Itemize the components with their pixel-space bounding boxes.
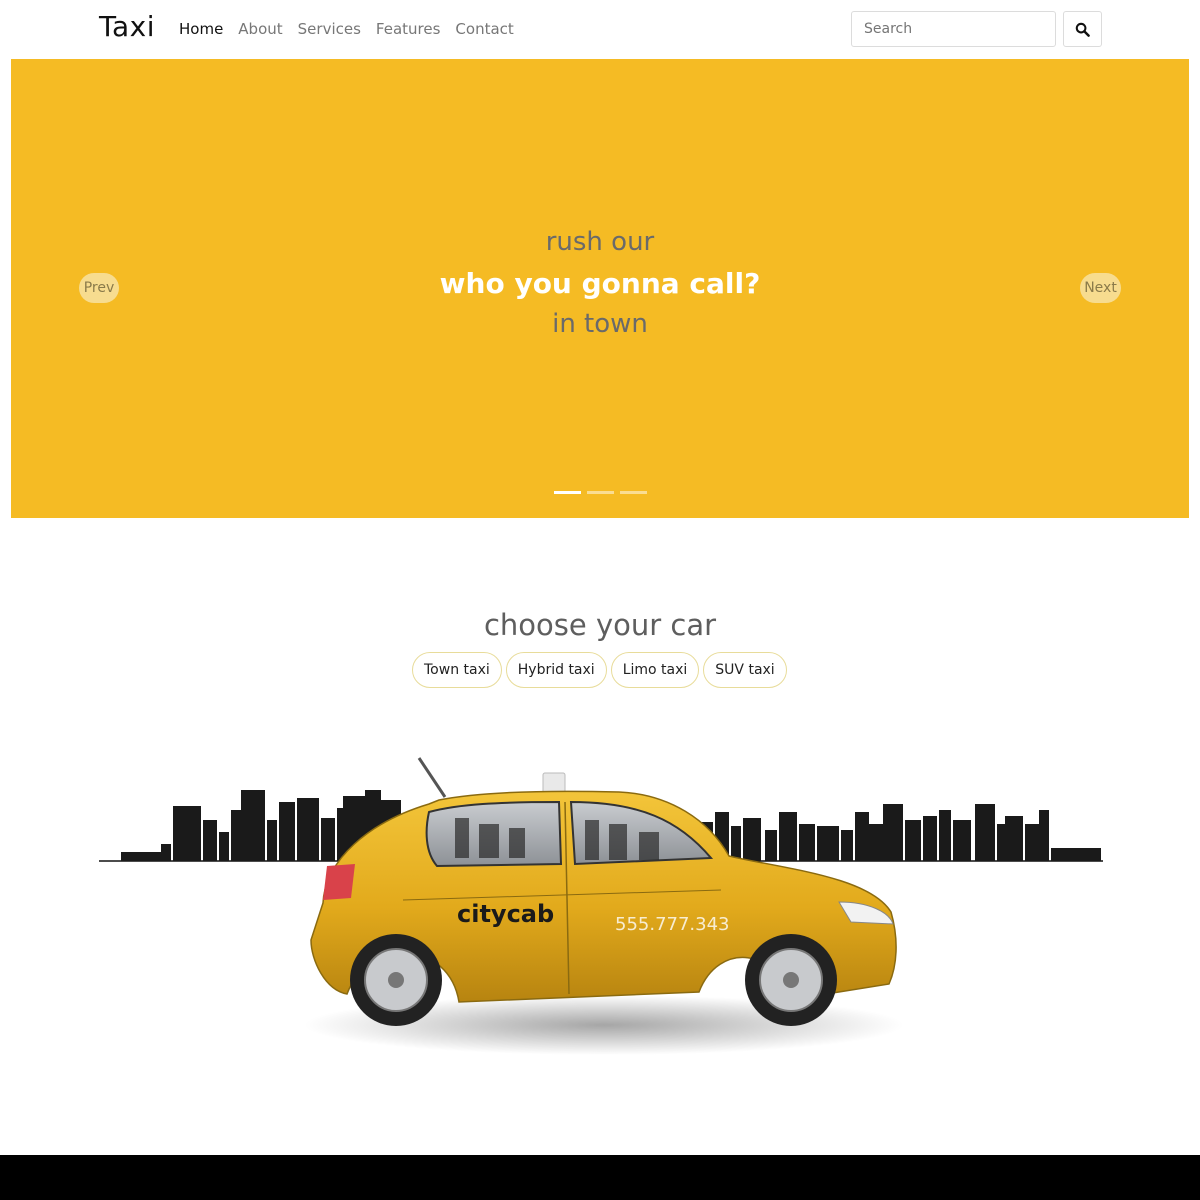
nav-menu: Home About Services Features Contact [179, 20, 529, 38]
hero-heading: who you gonna call? [439, 267, 761, 300]
taxi-illustration: citycab 555.777.343 [99, 757, 1103, 1055]
nav-link-features[interactable]: Features [376, 20, 441, 38]
taxi-car-image: citycab 555.777.343 [99, 740, 1103, 1060]
carousel-indicator[interactable] [620, 491, 647, 494]
car-type-filters: Town taxi Hybrid taxi Limo taxi SUV taxi [412, 652, 787, 688]
section-title: choose your car [483, 608, 717, 642]
car-phone-decal: 555.777.343 [615, 914, 730, 935]
nav-link-about[interactable]: About [238, 20, 282, 38]
navbar: Taxi Home About Services Features Contac… [0, 0, 1200, 59]
footer-bar [0, 1155, 1200, 1200]
rear-wheel [350, 934, 442, 1026]
carousel-next-button[interactable]: Next [1080, 273, 1121, 303]
car-option-town[interactable]: Town taxi [412, 652, 502, 688]
brand-logo[interactable]: Taxi [99, 10, 155, 43]
skyline-right [697, 804, 1101, 861]
carousel-prev-button[interactable]: Prev [79, 273, 119, 303]
carousel-indicator[interactable] [554, 491, 581, 494]
hero-carousel: rush our who you gonna call? in town Pre… [11, 59, 1189, 518]
carousel-indicator[interactable] [587, 491, 614, 494]
car-option-limo[interactable]: Limo taxi [610, 652, 700, 688]
car-brand-decal: citycab [457, 900, 554, 928]
search-input[interactable] [851, 11, 1056, 47]
nav-link-contact[interactable]: Contact [455, 20, 513, 38]
search-button[interactable] [1063, 11, 1102, 47]
front-wheel [745, 934, 837, 1026]
search-icon [1075, 22, 1090, 37]
taxi-car: citycab 555.777.343 [310, 757, 897, 1026]
hero-subtitle-bottom: in town [552, 309, 648, 339]
car-option-suv[interactable]: SUV taxi [703, 652, 787, 688]
hero-subtitle-top: rush our [545, 227, 655, 257]
nav-link-home[interactable]: Home [179, 20, 223, 38]
car-option-hybrid[interactable]: Hybrid taxi [505, 652, 607, 688]
nav-link-services[interactable]: Services [298, 20, 361, 38]
carousel-indicators [554, 491, 647, 494]
